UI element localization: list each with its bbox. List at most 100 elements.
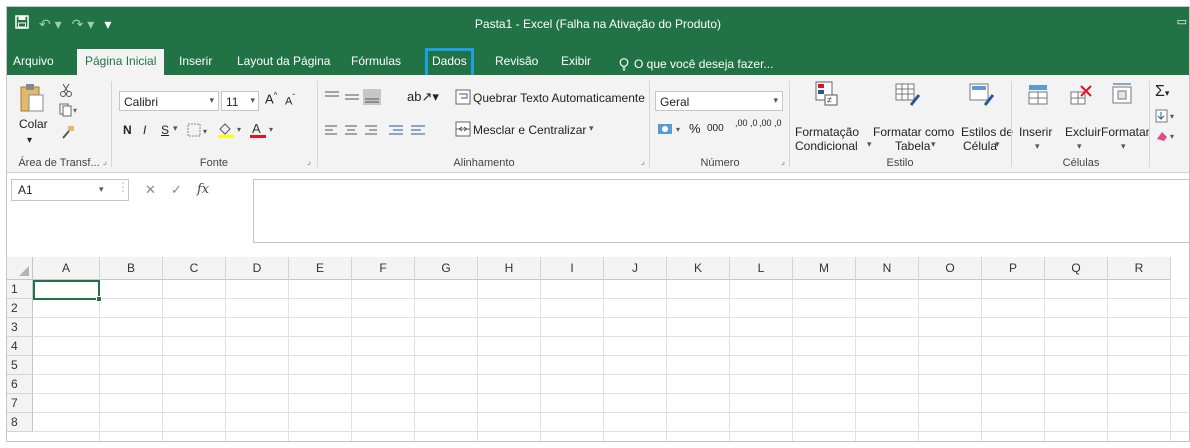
format-as-table-label-2[interactable]: Tabela	[895, 139, 930, 153]
column-header-f[interactable]: F	[352, 257, 415, 280]
fill-handle[interactable]	[96, 296, 102, 302]
number-format-select[interactable]: Geral ▾	[655, 91, 783, 111]
cell-styles-label-1[interactable]: Estilos de	[961, 125, 1013, 139]
underline-button[interactable]: S	[161, 123, 169, 137]
tab-inserir[interactable]: Inserir	[179, 53, 212, 75]
column-header-g[interactable]: G	[415, 257, 478, 280]
chevron-down-icon[interactable]: ▾	[99, 184, 104, 195]
column-header-b[interactable]: B	[100, 257, 163, 280]
row-header-8[interactable]: 8	[7, 413, 33, 432]
row-header-4[interactable]: 4	[7, 337, 33, 356]
row-header-5[interactable]: 5	[7, 356, 33, 375]
selected-cell[interactable]	[33, 280, 102, 302]
chevron-down-icon[interactable]: ▾	[867, 139, 872, 150]
horizontal-align-buttons[interactable]	[323, 121, 443, 141]
merge-dropdown-icon[interactable]: ▾	[589, 123, 594, 134]
conditional-formatting-label-1[interactable]: Formatação	[795, 125, 859, 139]
underline-dropdown-icon[interactable]: ▾	[173, 123, 178, 134]
copy-icon[interactable]: ▾	[59, 103, 79, 117]
row-header-3[interactable]: 3	[7, 318, 33, 337]
column-header-i[interactable]: I	[541, 257, 604, 280]
column-header-c[interactable]: C	[163, 257, 226, 280]
borders-icon[interactable]: ▾	[187, 123, 213, 137]
thousands-button[interactable]: 000	[707, 123, 724, 134]
fill-icon[interactable]: ▾	[1155, 109, 1179, 123]
conditional-formatting-icon[interactable]: ≠	[815, 81, 839, 107]
row-header-6[interactable]: 6	[7, 375, 33, 394]
paste-icon[interactable]	[19, 83, 45, 113]
fill-color-icon[interactable]: ▾	[217, 121, 245, 139]
cell-styles-label-2[interactable]: Célula	[963, 139, 997, 153]
row-header-7[interactable]: 7	[7, 394, 33, 413]
font-color-icon[interactable]: A ▾	[249, 121, 277, 139]
column-header-e[interactable]: E	[289, 257, 352, 280]
name-box[interactable]: A1	[11, 179, 129, 201]
percent-button[interactable]: %	[689, 121, 701, 136]
row-header-1[interactable]: 1	[7, 280, 33, 299]
wrap-text-icon[interactable]	[455, 89, 471, 105]
column-header-h[interactable]: H	[478, 257, 541, 280]
insert-cells-icon[interactable]	[1027, 83, 1049, 105]
chevron-down-icon[interactable]: ▾	[1077, 141, 1082, 152]
select-all-button[interactable]	[7, 257, 33, 280]
paste-dropdown-icon[interactable]: ▾	[27, 135, 32, 146]
tell-me-search[interactable]: O que você deseja fazer...	[619, 53, 773, 75]
insert-cells-button[interactable]: Inserir	[1019, 125, 1052, 139]
chevron-down-icon[interactable]: ▾	[995, 139, 1000, 150]
clear-icon[interactable]: ▾	[1155, 129, 1179, 143]
merge-center-button[interactable]: Mesclar e Centralizar	[473, 123, 586, 137]
cell-styles-icon[interactable]	[969, 83, 995, 107]
chevron-down-icon[interactable]: ▾	[1035, 141, 1040, 152]
column-header-a[interactable]: A	[33, 257, 100, 280]
clipboard-launcher-icon[interactable]: ⌟	[103, 156, 107, 167]
format-as-table-icon[interactable]	[895, 83, 921, 107]
increase-decimal-button[interactable]: ,00 ,0	[735, 119, 758, 128]
font-name-select[interactable]: Calibri ▾	[119, 91, 219, 111]
shrink-font-button[interactable]: Aˇ	[285, 93, 295, 108]
column-header-n[interactable]: N	[856, 257, 919, 280]
ribbon-display-icon[interactable]: ▭	[1177, 15, 1187, 28]
tab-arquivo[interactable]: Arquivo	[13, 53, 54, 75]
chevron-down-icon[interactable]: ▾	[931, 139, 936, 150]
column-header-d[interactable]: D	[226, 257, 289, 280]
column-header-q[interactable]: Q	[1045, 257, 1108, 280]
column-header-p[interactable]: P	[982, 257, 1045, 280]
delete-cells-button[interactable]: Excluir	[1065, 125, 1101, 139]
cancel-icon[interactable]: ✕	[145, 182, 156, 198]
insert-function-icon[interactable]: fx	[197, 182, 209, 197]
font-size-select[interactable]: 11 ▾	[221, 91, 259, 111]
conditional-formatting-label-2[interactable]: Condicional	[795, 139, 858, 153]
cut-icon[interactable]	[59, 83, 73, 97]
decrease-decimal-button[interactable]: ,00 ,0	[759, 119, 782, 128]
orientation-icon[interactable]: ab↗▾	[407, 89, 439, 105]
column-header-k[interactable]: K	[667, 257, 730, 280]
bold-button[interactable]: N	[123, 123, 132, 137]
alignment-launcher-icon[interactable]: ⌟	[641, 156, 645, 167]
format-cells-icon[interactable]	[1111, 81, 1133, 105]
formula-input[interactable]	[253, 179, 1189, 243]
number-launcher-icon[interactable]: ⌟	[781, 156, 785, 167]
font-launcher-icon[interactable]: ⌟	[307, 156, 311, 167]
wrap-text-button[interactable]: Quebrar Texto Automaticamente	[473, 91, 645, 105]
format-cells-button[interactable]: Formatar	[1101, 125, 1150, 139]
column-header-j[interactable]: J	[604, 257, 667, 280]
column-header-m[interactable]: M	[793, 257, 856, 280]
tab-layout-da-pagina[interactable]: Layout da Página	[237, 53, 330, 75]
column-header-o[interactable]: O	[919, 257, 982, 280]
tab-dados[interactable]: Dados	[425, 48, 474, 78]
column-header-l[interactable]: L	[730, 257, 793, 280]
chevron-down-icon[interactable]: ▾	[1121, 141, 1126, 152]
row-header-2[interactable]: 2	[7, 299, 33, 318]
accounting-format-icon[interactable]: ▾	[657, 121, 685, 137]
delete-cells-icon[interactable]	[1069, 83, 1093, 105]
merge-center-icon[interactable]	[455, 121, 471, 137]
vertical-align-buttons[interactable]	[323, 87, 403, 107]
tab-exibir[interactable]: Exibir	[561, 53, 591, 75]
format-as-table-label-1[interactable]: Formatar como	[873, 125, 954, 139]
paste-label[interactable]: Colar	[19, 117, 48, 131]
column-header-r[interactable]: R	[1108, 257, 1171, 280]
italic-button[interactable]: I	[143, 123, 146, 137]
autosum-icon[interactable]: Σ▾	[1155, 83, 1169, 101]
grow-font-button[interactable]: A^	[265, 91, 277, 106]
format-painter-icon[interactable]	[61, 125, 75, 139]
